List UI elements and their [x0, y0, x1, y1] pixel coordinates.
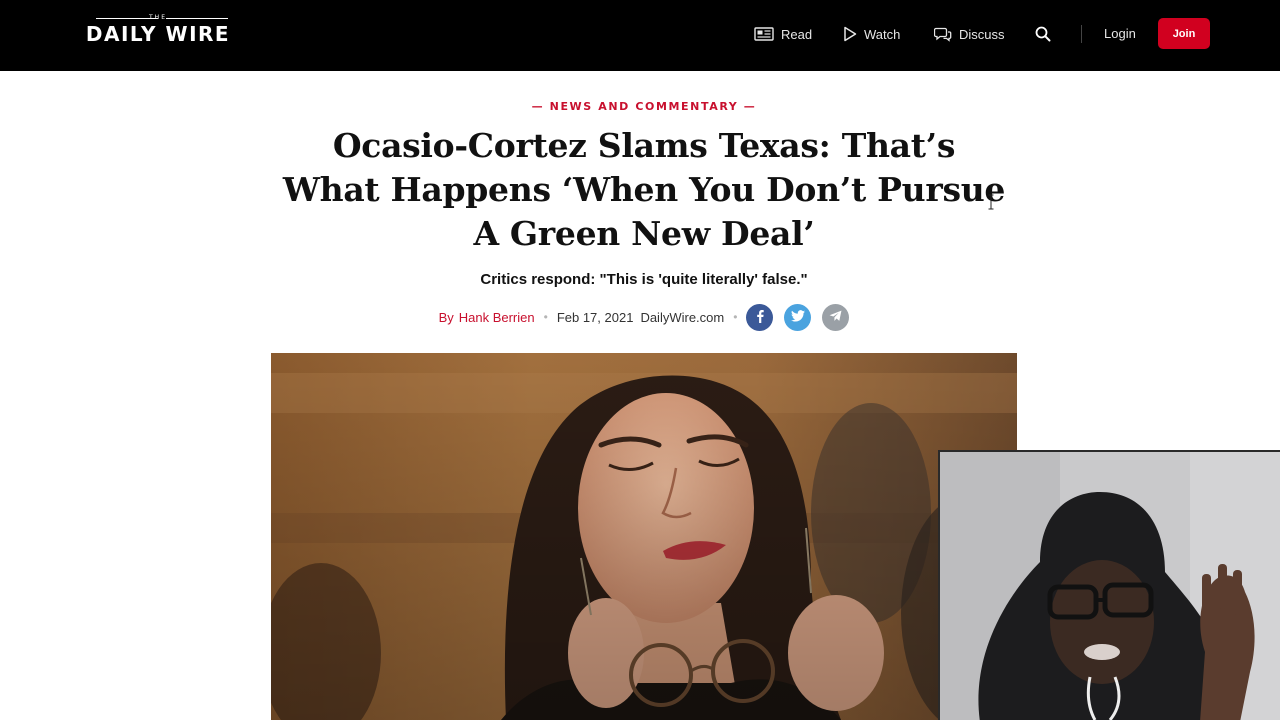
article-subheadline: Critics respond: "This is 'quite literal… — [480, 271, 808, 288]
section-kicker[interactable]: — NEWS AND COMMENTARY — — [0, 100, 1280, 113]
nav-watch-label: Watch — [864, 26, 901, 42]
newspaper-icon — [754, 27, 774, 41]
source-label: DailyWire.com — [640, 309, 725, 325]
logo-rule-right — [166, 18, 228, 19]
logo-wordmark: DAILY WIRE — [85, 22, 231, 46]
text-cursor-icon — [988, 194, 994, 210]
facebook-icon — [755, 309, 765, 326]
nav-read-label: Read — [781, 26, 813, 42]
play-icon — [843, 26, 857, 42]
site-header: THE DAILY WIRE Read Watch Discuss Login … — [0, 0, 1280, 71]
hero-photo-illustration — [271, 353, 1017, 720]
nav-watch[interactable]: Watch — [843, 22, 900, 46]
article-headline: Ocasio-Cortez Slams Texas: That’s What H… — [282, 126, 1006, 253]
webcam-video-illustration — [940, 452, 1280, 720]
daily-wire-logo[interactable]: THE DAILY WIRE — [78, 14, 238, 46]
author-link[interactable]: Hank Berrien — [459, 310, 535, 325]
twitter-icon — [790, 309, 805, 325]
login-link[interactable]: Login — [1104, 26, 1136, 41]
webcam-overlay — [938, 450, 1280, 720]
article-hero-image — [271, 353, 1017, 720]
nav-read[interactable]: Read — [754, 22, 812, 46]
twitter-share-button[interactable] — [784, 303, 812, 331]
join-button[interactable]: Join — [1158, 18, 1210, 49]
byline-separator: • — [543, 310, 548, 324]
chat-bubbles-icon — [934, 26, 952, 42]
byline-separator: • — [733, 310, 738, 324]
nav-discuss[interactable]: Discuss — [934, 22, 1005, 46]
search-icon — [1034, 26, 1052, 47]
telegram-share-button[interactable] — [822, 303, 850, 331]
facebook-share-button[interactable] — [746, 303, 774, 331]
telegram-icon — [829, 310, 842, 325]
nav-discuss-label: Discuss — [959, 26, 1005, 42]
nav-divider — [1081, 25, 1082, 43]
byline-by: By — [438, 309, 454, 325]
byline: By Hank Berrien • Feb 17, 2021 DailyWire… — [0, 303, 1280, 331]
publish-date: Feb 17, 2021 — [556, 309, 634, 325]
search-button[interactable] — [1034, 25, 1052, 43]
